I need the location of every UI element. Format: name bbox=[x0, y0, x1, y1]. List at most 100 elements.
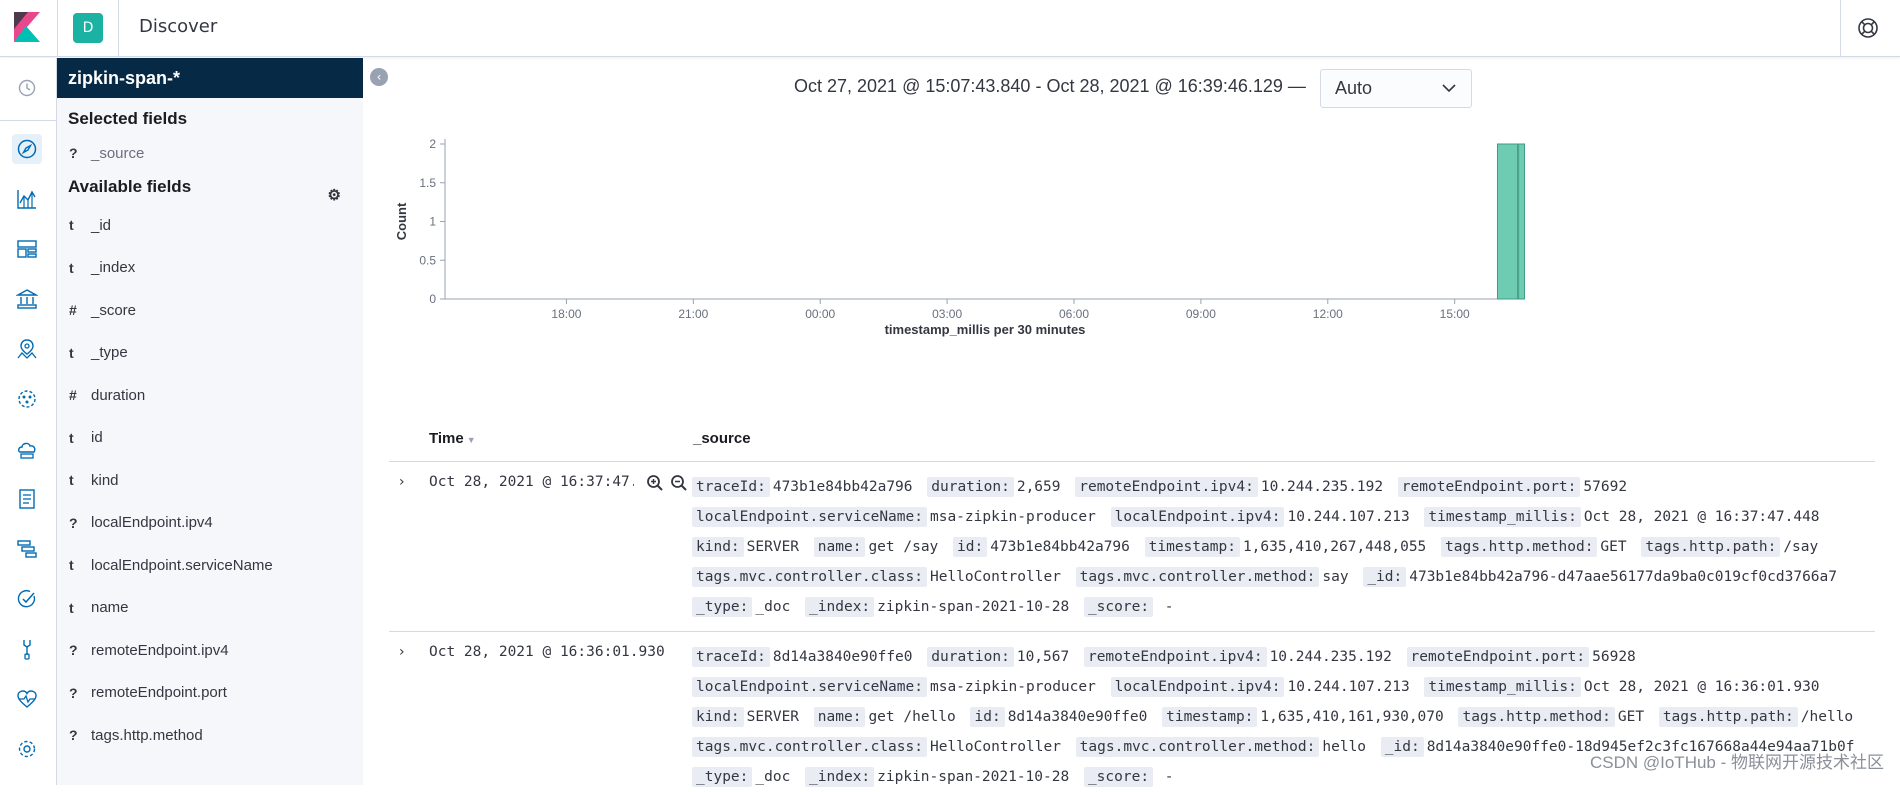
field-item[interactable]: ?remoteEndpoint.port bbox=[57, 672, 363, 715]
source-pair: localEndpoint.ipv4:10.244.107.213 bbox=[1111, 679, 1410, 695]
field-item[interactable]: #duration bbox=[57, 374, 363, 417]
source-pair: _index:zipkin-span-2021-10-28 bbox=[805, 769, 1069, 785]
y-tick-label: 1 bbox=[429, 215, 436, 229]
x-tick-label: 21:00 bbox=[678, 307, 708, 321]
header-divider bbox=[118, 0, 119, 57]
field-type-icon: t bbox=[69, 217, 91, 233]
source-pair: duration:2,659 bbox=[927, 479, 1060, 495]
source-pair: remoteEndpoint.port:56928 bbox=[1407, 649, 1636, 665]
ml-icon[interactable] bbox=[12, 384, 42, 414]
source-pair: remoteEndpoint.ipv4:10.244.235.192 bbox=[1084, 649, 1392, 665]
canvas-icon[interactable] bbox=[12, 284, 42, 314]
source-value: Oct 28, 2021 @ 16:37:47.448 bbox=[1584, 509, 1820, 525]
index-pattern-selector[interactable]: zipkin-span-* bbox=[57, 58, 363, 98]
sort-down-icon[interactable]: ▼ bbox=[467, 435, 476, 445]
field-item[interactable]: ?localEndpoint.ipv4 bbox=[57, 502, 363, 545]
source-value: 10.244.107.213 bbox=[1287, 509, 1409, 525]
interval-select[interactable]: Auto bbox=[1320, 69, 1472, 108]
source-pair: _type:_doc bbox=[692, 599, 790, 615]
field-type-icon: ? bbox=[69, 642, 91, 658]
field-type-icon: ? bbox=[69, 727, 91, 743]
source-pair: remoteEndpoint.ipv4:10.244.235.192 bbox=[1075, 479, 1383, 495]
source-key: _type: bbox=[692, 597, 752, 617]
source-value: 10.244.235.192 bbox=[1270, 649, 1392, 665]
source-key: traceId: bbox=[692, 647, 770, 667]
help-icon[interactable] bbox=[1854, 14, 1882, 42]
source-pair: tags.mvc.controller.class:HelloControlle… bbox=[692, 569, 1061, 585]
source-key: _score: bbox=[1084, 767, 1153, 787]
collapse-sidebar-icon[interactable]: ‹ bbox=[370, 68, 388, 86]
source-pair: _index:zipkin-span-2021-10-28 bbox=[805, 599, 1069, 615]
available-fields-title: Available fields ⚙ bbox=[57, 170, 363, 204]
source-value: get /say bbox=[868, 539, 938, 555]
field-item[interactable]: ?_source bbox=[57, 136, 363, 170]
field-name: remoteEndpoint.ipv4 bbox=[91, 642, 229, 659]
source-value: 1,635,410,161,930,070 bbox=[1260, 709, 1443, 725]
field-item[interactable]: tname bbox=[57, 587, 363, 630]
source-value: SERVER bbox=[747, 709, 799, 725]
source-key: remoteEndpoint.port: bbox=[1407, 647, 1590, 667]
field-item[interactable]: tid bbox=[57, 417, 363, 460]
visualize-icon[interactable] bbox=[12, 184, 42, 214]
source-key: _id: bbox=[1363, 567, 1406, 587]
discover-icon[interactable] bbox=[12, 134, 42, 164]
source-value: say bbox=[1322, 569, 1348, 585]
zoom-in-icon[interactable] bbox=[646, 474, 664, 492]
field-item[interactable]: t_index bbox=[57, 247, 363, 290]
source-pair: tags.http.path:/say bbox=[1641, 539, 1818, 555]
uptime-icon[interactable] bbox=[12, 584, 42, 614]
available-fields-label: Available fields bbox=[68, 177, 191, 196]
monitoring-icon[interactable] bbox=[12, 684, 42, 714]
field-name: _index bbox=[91, 259, 135, 276]
source-key: timestamp: bbox=[1145, 537, 1240, 557]
source-key: name: bbox=[814, 537, 866, 557]
document-table: Time▼ _source › Oct 28, 2021 @ 16:37:47.… bbox=[389, 420, 1875, 792]
source-value: hello bbox=[1322, 739, 1366, 755]
header-divider bbox=[57, 0, 58, 57]
source-pair: _score: - bbox=[1084, 599, 1174, 615]
field-name: remoteEndpoint.port bbox=[91, 684, 227, 701]
source-pair: kind:SERVER bbox=[692, 709, 799, 725]
field-item[interactable]: ?remoteEndpoint.ipv4 bbox=[57, 629, 363, 672]
apm-icon[interactable] bbox=[12, 534, 42, 564]
source-pair: localEndpoint.ipv4:10.244.107.213 bbox=[1111, 509, 1410, 525]
field-item[interactable]: #_score bbox=[57, 289, 363, 332]
gear-icon[interactable]: ⚙ bbox=[328, 179, 341, 213]
field-item[interactable]: tlocalEndpoint.serviceName bbox=[57, 544, 363, 587]
zoom-out-icon[interactable] bbox=[670, 474, 688, 492]
x-axis-label: timestamp_millis per 30 minutes bbox=[885, 322, 1086, 337]
time-column-header[interactable]: Time▼ bbox=[429, 430, 476, 447]
dev-tools-icon[interactable] bbox=[12, 634, 42, 664]
management-icon[interactable] bbox=[12, 734, 42, 764]
source-pair: tags.http.method:GET bbox=[1441, 539, 1627, 555]
x-tick-label: 12:00 bbox=[1313, 307, 1343, 321]
field-item[interactable]: ?tags.http.method bbox=[57, 714, 363, 757]
logs-icon[interactable] bbox=[12, 484, 42, 514]
histogram-bar bbox=[1519, 144, 1525, 299]
space-avatar[interactable]: D bbox=[73, 13, 103, 43]
field-item[interactable]: tkind bbox=[57, 459, 363, 502]
source-column-header: _source bbox=[693, 430, 751, 447]
expand-row-icon[interactable]: › bbox=[399, 644, 405, 660]
field-type-icon: t bbox=[69, 557, 91, 573]
field-name: localEndpoint.serviceName bbox=[91, 557, 273, 574]
source-key: tags.http.method: bbox=[1441, 537, 1597, 557]
source-key: traceId: bbox=[692, 477, 770, 497]
expand-row-icon[interactable]: › bbox=[399, 474, 405, 490]
field-sidebar: zipkin-span-* Selected fields ?_source A… bbox=[57, 58, 363, 785]
source-value: - bbox=[1156, 769, 1173, 785]
source-key: _type: bbox=[692, 767, 752, 787]
source-value: /hello bbox=[1801, 709, 1853, 725]
dashboard-icon[interactable] bbox=[12, 234, 42, 264]
field-item[interactable]: t_type bbox=[57, 332, 363, 375]
source-pair: localEndpoint.serviceName:msa-zipkin-pro… bbox=[692, 509, 1096, 525]
field-item[interactable]: t_id bbox=[57, 204, 363, 247]
infrastructure-icon[interactable] bbox=[12, 434, 42, 464]
kibana-logo-icon[interactable] bbox=[14, 12, 40, 42]
recent-icon[interactable] bbox=[12, 73, 42, 103]
maps-icon[interactable] bbox=[12, 334, 42, 364]
histogram-svg[interactable]: 00.511.52Count18:0021:0000:0003:0006:000… bbox=[390, 124, 1540, 404]
y-tick-label: 1.5 bbox=[419, 176, 436, 190]
source-key: remoteEndpoint.port: bbox=[1398, 477, 1581, 497]
field-name: tags.http.method bbox=[91, 727, 203, 744]
